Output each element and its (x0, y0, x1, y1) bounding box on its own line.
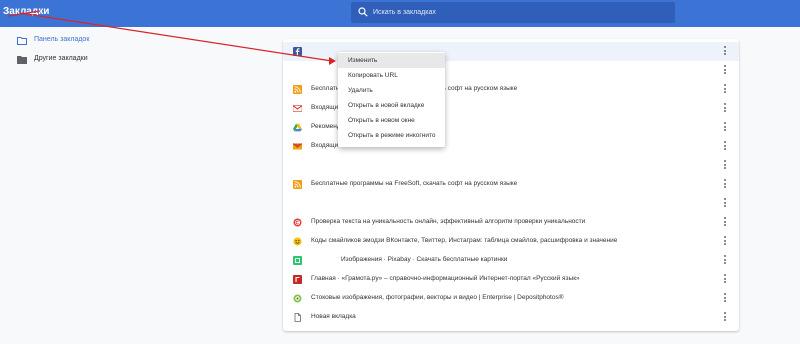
sidebar-item-other-bookmarks[interactable]: Другие закладки (0, 52, 160, 68)
more-vert-icon[interactable] (722, 217, 728, 228)
more-vert-icon[interactable] (722, 293, 728, 304)
more-vert-icon[interactable] (722, 65, 728, 76)
more-vert-icon[interactable] (722, 274, 728, 285)
bookmark-title: Главная · «Грамота.ру» – справочно-инфор… (311, 275, 580, 282)
more-vert-icon[interactable] (722, 255, 728, 266)
search-icon (358, 7, 368, 17)
bookmark-title: Бесплатные программы на FreeSoft, скачат… (311, 180, 518, 187)
rss-icon (293, 85, 302, 94)
context-menu: Изменить Копировать URL Удалить Открыть … (338, 52, 445, 147)
list-item[interactable]: Главная · «Грамота.ру» – справочно-инфор… (283, 270, 739, 289)
sidebar-item-label: Панель закладок (34, 36, 90, 43)
page-icon (294, 313, 301, 322)
menu-item-edit[interactable]: Изменить (338, 53, 445, 68)
list-item[interactable]: Новая вкладка (283, 308, 739, 327)
menu-item-open-incognito[interactable]: Открыть в режиме инкогнито (338, 128, 445, 143)
list-item[interactable]: Проверка текста на уникальность онлайн, … (283, 213, 739, 232)
more-vert-icon[interactable] (722, 103, 728, 114)
depositphotos-icon (293, 294, 302, 303)
list-item[interactable] (283, 194, 739, 213)
more-vert-icon[interactable] (722, 122, 728, 133)
more-vert-icon[interactable] (722, 141, 728, 152)
list-item[interactable]: Изображения · Pixabay · Скачать бесплатн… (283, 251, 739, 270)
page-title: Закладки (3, 6, 50, 17)
list-item[interactable]: Бесплатные программы на FreeSoft, скачат… (283, 175, 739, 194)
sidebar-item-label: Другие закладки (34, 55, 88, 62)
smiley-icon (293, 237, 302, 246)
list-item[interactable] (283, 156, 739, 175)
bookmark-title: Новая вкладка (311, 313, 356, 320)
list-item[interactable]: Стоковые изображения, фотографии, вектор… (283, 289, 739, 308)
top-bar: Закладки (0, 0, 800, 27)
sidebar-item-bookmarks-bar[interactable]: Панель закладок (0, 33, 160, 49)
mail-icon (293, 143, 302, 150)
more-vert-icon[interactable] (722, 84, 728, 95)
facebook-icon (293, 47, 302, 56)
folder-icon (17, 56, 27, 64)
list-item[interactable]: Коды смайликов эмодзи ВКонтакте, Твиттер… (283, 232, 739, 251)
gramota-icon (293, 275, 302, 284)
bookmark-title: Коды смайликов эмодзи ВКонтакте, Твиттер… (311, 237, 618, 244)
menu-item-open-new-window[interactable]: Открыть в новом окне (338, 113, 445, 128)
bookmark-title: Проверка текста на уникальность онлайн, … (311, 218, 586, 225)
gmail-icon (293, 105, 302, 112)
more-vert-icon[interactable] (722, 179, 728, 190)
more-vert-icon[interactable] (722, 160, 728, 171)
more-vert-icon[interactable] (722, 312, 728, 323)
rss-icon (293, 180, 302, 189)
search-box[interactable] (351, 2, 675, 23)
bookmark-title: Стоковые изображения, фотографии, вектор… (311, 294, 564, 301)
menu-item-delete[interactable]: Удалить (338, 83, 445, 98)
copyright-icon (293, 218, 302, 227)
more-vert-icon[interactable] (722, 46, 728, 57)
pixabay-icon (293, 256, 302, 265)
menu-item-copy-url[interactable]: Копировать URL (338, 68, 445, 83)
more-vert-icon[interactable] (722, 198, 728, 209)
search-input[interactable] (373, 2, 663, 23)
folder-open-icon (17, 37, 27, 45)
bookmark-title: Изображения · Pixabay · Скачать бесплатн… (341, 256, 508, 263)
more-vert-icon[interactable] (722, 236, 728, 247)
drive-icon (293, 123, 302, 132)
menu-item-open-new-tab[interactable]: Открыть в новой вкладке (338, 98, 445, 113)
